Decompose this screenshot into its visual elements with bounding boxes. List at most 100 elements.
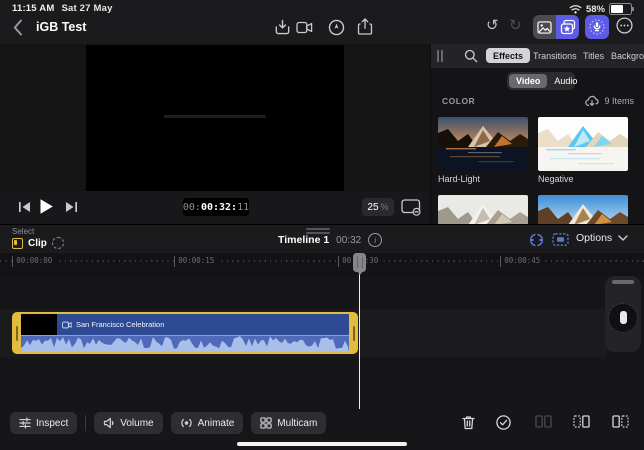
tab-titles[interactable]: Titles [583, 51, 604, 61]
skip-start-icon [18, 201, 31, 213]
transport-bar: 00:00:32:11 25% [0, 191, 430, 224]
browser-panel: Effects Transitions Titles Background Vi… [431, 44, 644, 224]
camera-button[interactable] [296, 21, 313, 34]
external-display-button[interactable] [401, 199, 422, 216]
jog-control [605, 276, 641, 352]
viewer-pane: 00:00:32:11 25% [0, 44, 430, 224]
clip-name: San Francisco Celebration [76, 320, 164, 329]
import-icon [274, 19, 291, 36]
multicam-button[interactable]: Multicam [251, 412, 326, 434]
jog-wheel-thumb[interactable] [620, 311, 627, 324]
search-button[interactable] [464, 49, 478, 63]
undo-button[interactable]: ↺ [486, 18, 499, 33]
trim-handle-right[interactable] [349, 312, 358, 354]
timeline-clip[interactable]: San Francisco Celebration [12, 312, 358, 354]
tab-effects[interactable]: Effects [486, 48, 530, 63]
info-icon[interactable]: i [368, 233, 382, 247]
effects-star-icon [560, 19, 576, 35]
effect-thumbnail-hard-light [438, 117, 528, 171]
bottom-toolbar: Inspect Volume Animate Multicam [10, 412, 326, 434]
clip-camera-icon [62, 321, 72, 329]
tab-background[interactable]: Background [611, 51, 644, 61]
tab-transitions[interactable]: Transitions [533, 51, 577, 61]
ruler-ticks [0, 260, 644, 262]
delete-button[interactable] [462, 415, 475, 430]
toggle-video[interactable]: Video [509, 74, 547, 88]
timecode-frames: 11 [237, 202, 249, 213]
options-menu[interactable]: Options [576, 232, 628, 244]
effect-card[interactable]: Hard-Light [438, 117, 528, 184]
ellipsis-icon [616, 17, 633, 34]
playhead-handle[interactable] [353, 253, 366, 272]
connect-clips-icon [528, 232, 545, 248]
trim-handle-left[interactable] [12, 312, 21, 354]
item-count-label: 9 Items [604, 96, 634, 106]
inspect-icon [19, 417, 31, 429]
ruler-label: 00:00:15 [174, 256, 217, 267]
clip-waveform-path [21, 336, 349, 352]
timecode-hours: 00: [183, 202, 201, 213]
play-button[interactable] [39, 198, 54, 215]
camera-icon [296, 21, 313, 34]
share-icon [357, 18, 373, 36]
clip-connections-button[interactable] [528, 232, 545, 248]
effects-library-button[interactable] [556, 15, 579, 39]
photos-button[interactable] [533, 15, 556, 39]
timeline-title-group: Timeline 1 00:32 i [278, 233, 382, 247]
trim-both-button[interactable] [535, 415, 552, 428]
project-title: iGB Test [36, 20, 86, 34]
volume-button[interactable]: Volume [94, 412, 162, 434]
external-display-icon [401, 199, 422, 216]
animate-icon [180, 417, 193, 429]
section-count: 9 Items [585, 95, 634, 107]
inspect-button[interactable]: Inspect [10, 412, 77, 434]
timeline-ruler[interactable]: 00:00:00 00:00:15 00:00:30 00:00:45 [0, 253, 644, 277]
chevron-down-icon [618, 235, 628, 241]
effect-card[interactable] [538, 195, 628, 224]
ruler-label: 00:00:00 [12, 256, 55, 267]
share-button[interactable] [357, 18, 373, 36]
skip-to-start-button[interactable] [18, 201, 31, 213]
panel-resize-handle[interactable] [437, 50, 443, 62]
animate-button[interactable]: Animate [171, 412, 244, 434]
date: Sat 27 May [61, 3, 112, 14]
effect-thumbnail-negative [538, 117, 628, 171]
skip-to-end-button[interactable] [65, 201, 78, 213]
trim-start-button[interactable] [573, 415, 590, 428]
done-check-button[interactable] [496, 415, 511, 430]
jog-wheel[interactable] [608, 303, 638, 333]
timeline-scrollbar[interactable] [612, 280, 634, 284]
timecode-display: 00:00:32:11 [183, 198, 249, 216]
overlay-icon [552, 232, 569, 247]
more-menu-button[interactable] [616, 17, 633, 34]
effect-card[interactable] [438, 195, 528, 224]
back-button[interactable] [13, 19, 23, 36]
import-button[interactable] [274, 19, 291, 36]
play-icon [39, 198, 54, 215]
overlay-view-button[interactable] [552, 232, 569, 247]
trash-icon [462, 415, 475, 430]
status-bar-left: 11:15 AMSat 27 May [12, 3, 113, 14]
app-screen: 11:15 AMSat 27 May 58% iGB Test ↺ ↻ [0, 0, 644, 450]
check-circle-icon [496, 415, 511, 430]
home-indicator[interactable] [237, 442, 407, 446]
zoom-level-control[interactable]: 25% [362, 198, 394, 216]
status-bar-right: 58% [569, 3, 632, 15]
skip-end-icon [65, 201, 78, 213]
search-icon [464, 49, 478, 63]
timecode-main: 00:32: [201, 202, 237, 213]
selected-clip-chip[interactable]: Clip [12, 237, 64, 249]
trim-end-button[interactable] [612, 415, 629, 428]
redo-button[interactable]: ↻ [509, 18, 522, 33]
video-preview[interactable] [86, 45, 344, 191]
cloud-download-icon[interactable] [585, 95, 599, 107]
wifi-icon [569, 4, 582, 14]
volume-icon [103, 417, 115, 429]
battery-icon [609, 3, 632, 15]
section-title: COLOR [442, 96, 475, 106]
voiceover-button[interactable] [585, 15, 609, 39]
toggle-audio[interactable]: Audio [547, 74, 584, 88]
draw-button[interactable] [328, 19, 345, 36]
trim-start-icon [573, 415, 590, 428]
effect-card[interactable]: Negative [538, 117, 628, 184]
